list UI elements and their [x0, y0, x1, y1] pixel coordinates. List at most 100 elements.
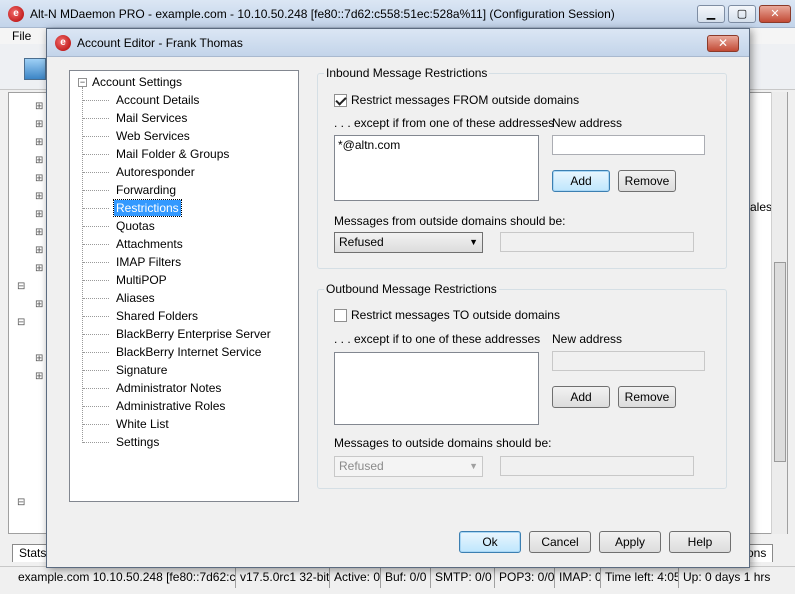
status-server: example.com 10.10.50.248 [fe80::7d62:c55… [0, 567, 236, 588]
tree-collapse-icon[interactable]: ⊟ [17, 497, 25, 508]
checkbox-icon[interactable] [334, 93, 347, 107]
tree-item-autoresponder[interactable]: Autoresponder [70, 163, 298, 181]
toolbar-app-icon[interactable] [24, 58, 46, 80]
inbound-action-value: Refused [339, 235, 384, 249]
inbound-remove-button[interactable]: Remove [618, 170, 676, 192]
tree-item-signature[interactable]: Signature [70, 361, 298, 379]
outbound-action-select[interactable]: Refused ▼ [334, 456, 483, 477]
inbound-except-label: . . . except if from one of these addres… [334, 116, 555, 130]
tree-item-mail-services[interactable]: Mail Services [70, 109, 298, 127]
status-bar: example.com 10.10.50.248 [fe80::7d62:c55… [0, 566, 795, 588]
mdaemon-logo-icon: e [8, 6, 24, 22]
tree-root[interactable]: − Account Settings [78, 75, 182, 89]
dropdown-arrow-icon: ▼ [469, 461, 478, 471]
inbound-action-select[interactable]: Refused ▼ [334, 232, 483, 253]
tree-collapse-icon[interactable]: ⊟ [17, 281, 25, 292]
ok-button[interactable]: Ok [459, 531, 521, 553]
tree-expander-icon[interactable]: ⊞ [35, 101, 43, 112]
tree-item-label: MultiPOP [116, 273, 167, 287]
status-imap: IMAP: 0 [555, 567, 601, 588]
tree-item-mail-folder-groups[interactable]: Mail Folder & Groups [70, 145, 298, 163]
tree-expander-icon[interactable]: ⊞ [35, 245, 43, 256]
inbound-restrict-checkbox[interactable]: Restrict messages FROM outside domains [334, 93, 579, 107]
tree-item-shared-folders[interactable]: Shared Folders [70, 307, 298, 325]
tree-item-account-details[interactable]: Account Details [70, 91, 298, 109]
tree-expander-icon[interactable]: ⊞ [35, 137, 43, 148]
status-buf: Buf: 0/0 [381, 567, 431, 588]
help-button[interactable]: Help [669, 531, 731, 553]
tree-item-blackberry-enterprise-server[interactable]: BlackBerry Enterprise Server [70, 325, 298, 343]
tree-expander-icon[interactable]: ⊞ [35, 263, 43, 274]
outbound-add-button[interactable]: Add [552, 386, 610, 408]
status-time-left: Time left: 4:05 [601, 567, 679, 588]
tree-item-administrator-notes[interactable]: Administrator Notes [70, 379, 298, 397]
tree-item-label: White List [116, 417, 169, 431]
tree-item-label: Web Services [116, 129, 190, 143]
outbound-restrict-checkbox[interactable]: Restrict messages TO outside domains [334, 308, 560, 322]
tree-expander-icon[interactable]: ⊞ [35, 353, 43, 364]
tree-item-label: Administrative Roles [116, 399, 226, 413]
status-smtp: SMTP: 0/0 [431, 567, 495, 588]
tree-item-administrative-roles[interactable]: Administrative Roles [70, 397, 298, 415]
tree-item-label: Restrictions [113, 199, 182, 217]
tree-item-white-list[interactable]: White List [70, 415, 298, 433]
tree-collapse-icon[interactable]: ⊟ [17, 317, 25, 328]
apply-button[interactable]: Apply [599, 531, 661, 553]
tree-item-attachments[interactable]: Attachments [70, 235, 298, 253]
maximize-button[interactable]: ▢ [728, 5, 756, 23]
tree-item-quotas[interactable]: Quotas [70, 217, 298, 235]
tree-item-list: Account Details Mail Services Web Services… [70, 91, 298, 451]
tree-item-label: IMAP Filters [116, 255, 182, 269]
dropdown-arrow-icon: ▼ [469, 237, 478, 247]
outbound-address-list[interactable] [334, 352, 539, 425]
tree-item-label: Mail Services [116, 111, 188, 125]
dialog-close-button[interactable]: ✕ [707, 35, 739, 52]
status-uptime: Up: 0 days 1 hrs [683, 570, 771, 584]
tree-item-label: Signature [116, 363, 168, 377]
checkbox-icon[interactable] [334, 308, 347, 322]
tree-item-aliases[interactable]: Aliases [70, 289, 298, 307]
vertical-scrollbar[interactable] [771, 92, 787, 534]
outbound-group-legend: Outbound Message Restrictions [324, 282, 499, 296]
tree-item-restrictions[interactable]: Restrictions [70, 199, 298, 217]
inbound-action-extra-field[interactable] [500, 232, 694, 252]
outbound-action-extra-field[interactable] [500, 456, 694, 476]
outbound-remove-button[interactable]: Remove [618, 386, 676, 408]
tree-item-multipop[interactable]: MultiPOP [70, 271, 298, 289]
tree-expander-icon[interactable]: ⊞ [35, 119, 43, 130]
status-active: Active: 0 [330, 567, 381, 588]
tree-expander-icon[interactable]: ⊞ [35, 191, 43, 202]
outbound-new-address-input[interactable] [552, 351, 705, 371]
main-title-bar: e Alt-N MDaemon PRO - example.com - 10.1… [0, 0, 795, 28]
account-settings-tree[interactable]: − Account Settings Account Details Mail S… [69, 70, 299, 502]
collapse-icon[interactable]: − [78, 77, 87, 87]
tree-expander-icon[interactable]: ⊞ [35, 299, 43, 310]
tree-expander-icon[interactable]: ⊞ [35, 155, 43, 166]
inbound-new-address-label: New address [552, 116, 623, 130]
inbound-restrict-label: Restrict messages FROM outside domains [351, 93, 580, 107]
inbound-address-list[interactable]: *@altn.com [334, 135, 539, 201]
tree-expander-icon[interactable]: ⊞ [35, 173, 43, 184]
inbound-new-address-input[interactable] [552, 135, 705, 155]
inbound-action-label: Messages from outside domains should be: [334, 214, 566, 228]
tree-expander-icon[interactable]: ⊞ [35, 227, 43, 238]
tree-item-blackberry-internet-service[interactable]: BlackBerry Internet Service [70, 343, 298, 361]
close-button[interactable]: ✕ [759, 5, 791, 23]
tree-item-web-services[interactable]: Web Services [70, 127, 298, 145]
tree-item-label: Autoresponder [116, 165, 195, 179]
inbound-address-item[interactable]: *@altn.com [338, 138, 535, 152]
tree-item-settings[interactable]: Settings [70, 433, 298, 451]
cancel-button[interactable]: Cancel [529, 531, 591, 553]
minimize-button[interactable]: ▁ [697, 5, 725, 23]
tree-expander-icon[interactable]: ⊞ [35, 371, 43, 382]
main-navigation-tree[interactable]: ⊞ ⊞ ⊞ ⊞ ⊞ ⊞ ⊞ ⊞ ⊞ ⊞ ⊟ ⊞ ⊟ ⊞ ⊞ ⊟ [8, 92, 48, 534]
tree-item-forwarding[interactable]: Forwarding [70, 181, 298, 199]
tree-item-label: BlackBerry Internet Service [116, 345, 262, 359]
scrollbar-thumb[interactable] [774, 262, 786, 462]
menu-file[interactable]: File [12, 29, 31, 43]
tree-item-imap-filters[interactable]: IMAP Filters [70, 253, 298, 271]
tree-expander-icon[interactable]: ⊞ [35, 209, 43, 220]
inbound-add-button[interactable]: Add [552, 170, 610, 192]
right-pane-partial-text: ales [750, 200, 773, 214]
window-controls: ▁ ▢ ✕ [697, 5, 791, 23]
